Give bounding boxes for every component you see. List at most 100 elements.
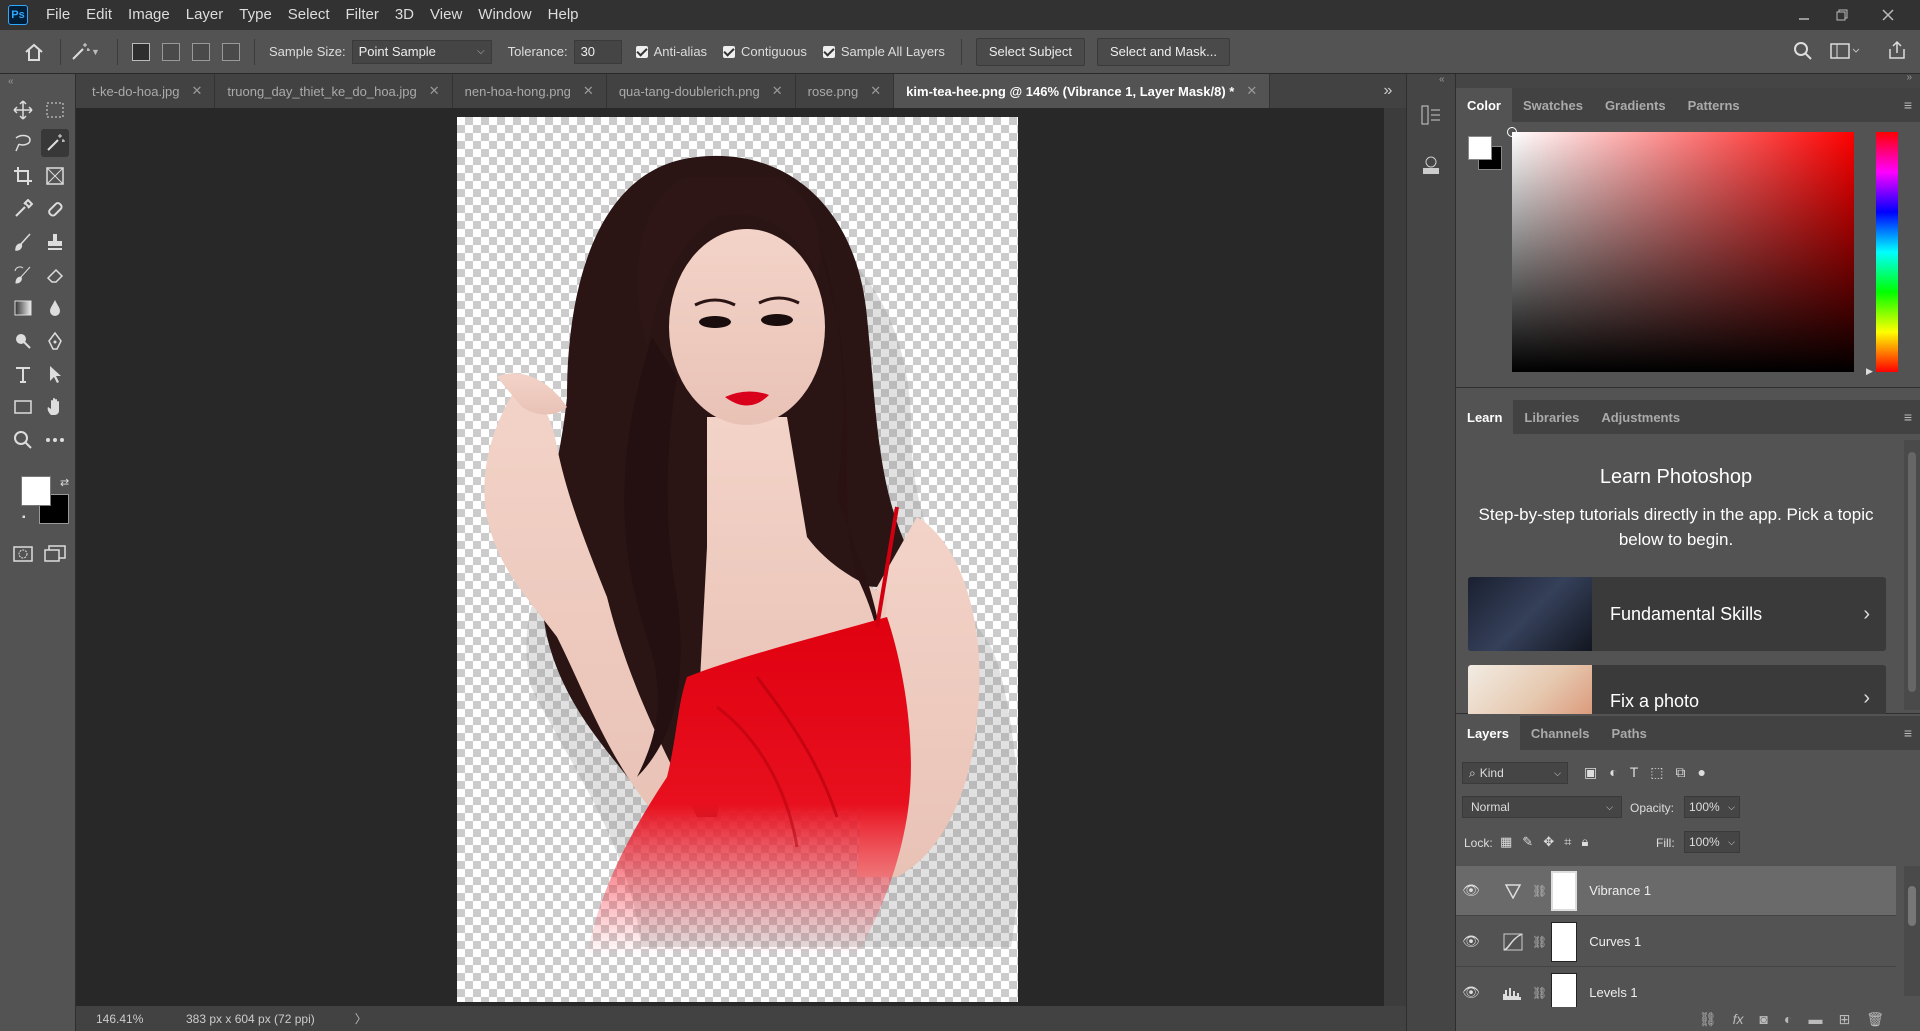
- tab-layers[interactable]: Layers: [1456, 716, 1520, 750]
- menu-filter[interactable]: Filter: [338, 0, 387, 30]
- layer-mask-thumbnail[interactable]: [1551, 870, 1578, 911]
- hue-slider-handle[interactable]: ▶: [1866, 366, 1873, 377]
- restore-icon[interactable]: [1822, 0, 1862, 30]
- menu-3d[interactable]: 3D: [387, 0, 422, 30]
- menu-select[interactable]: Select: [280, 0, 338, 30]
- layer-row[interactable]: 👁︎ ⛓︎ Vibrance 1: [1456, 866, 1896, 916]
- new-selection-icon[interactable]: [132, 42, 150, 61]
- tab-paths[interactable]: Paths: [1600, 716, 1657, 750]
- pen-tool-icon[interactable]: [41, 327, 69, 355]
- color-picker-handle[interactable]: [1507, 127, 1517, 137]
- panel-menu-icon[interactable]: ≡: [1904, 725, 1912, 741]
- tab-swatches[interactable]: Swatches: [1512, 88, 1594, 122]
- layer-filter-dropdown[interactable]: ⌕ Kind ⌵: [1462, 762, 1568, 784]
- contiguous-checkbox[interactable]: Contiguous: [723, 44, 807, 59]
- search-icon[interactable]: [1792, 40, 1814, 65]
- share-icon[interactable]: [1886, 39, 1908, 64]
- zoom-level[interactable]: 146.41%: [96, 1012, 186, 1026]
- blend-mode-dropdown[interactable]: Normal ⌵: [1462, 796, 1622, 818]
- link-layers-icon[interactable]: ⛓︎: [1699, 1011, 1717, 1028]
- learn-card[interactable]: Fix a photo ›: [1468, 665, 1886, 714]
- gradient-tool-icon[interactable]: [9, 294, 37, 322]
- close-icon[interactable]: [1868, 0, 1908, 30]
- panel-menu-icon[interactable]: ≡: [1904, 409, 1912, 425]
- healing-brush-tool-icon[interactable]: [41, 195, 69, 223]
- delete-layer-icon[interactable]: 🗑︎: [1866, 1011, 1884, 1028]
- frame-tool-icon[interactable]: [41, 162, 69, 190]
- close-tab-icon[interactable]: ✕: [583, 83, 594, 99]
- tab-patterns[interactable]: Patterns: [1677, 88, 1751, 122]
- intersect-selection-icon[interactable]: [222, 42, 240, 61]
- learn-scrollbar[interactable]: [1904, 440, 1920, 710]
- pixel-filter-icon[interactable]: ▣: [1584, 764, 1597, 781]
- menu-edit[interactable]: Edit: [78, 0, 120, 30]
- menu-window[interactable]: Window: [470, 0, 539, 30]
- properties-panel-icon[interactable]: [1420, 154, 1442, 179]
- tab-channels[interactable]: Channels: [1520, 716, 1601, 750]
- brush-tool-icon[interactable]: [9, 228, 37, 256]
- lasso-tool-icon[interactable]: [9, 129, 37, 157]
- layers-scrollbar[interactable]: [1904, 866, 1920, 996]
- select-subject-button[interactable]: Select Subject: [975, 37, 1085, 66]
- rectangle-tool-icon[interactable]: [9, 393, 37, 421]
- close-tab-icon[interactable]: ✕: [429, 83, 440, 99]
- layer-row[interactable]: 👁︎ ⛓︎ Curves 1: [1456, 917, 1896, 967]
- collapse-dock-icon[interactable]: «: [1439, 74, 1445, 85]
- sample-all-layers-checkbox[interactable]: Sample All Layers: [822, 44, 945, 59]
- foreground-color-swatch[interactable]: [21, 476, 51, 506]
- workspace-icon[interactable]: [1830, 42, 1860, 63]
- more-tools-icon[interactable]: [41, 426, 69, 454]
- lock-all-icon[interactable]: 🔒︎: [1581, 834, 1588, 850]
- eraser-tool-icon[interactable]: [41, 261, 69, 289]
- layer-mask-thumbnail[interactable]: [1551, 921, 1578, 962]
- close-tab-icon[interactable]: ✕: [870, 83, 881, 99]
- tab-color[interactable]: Color: [1456, 88, 1512, 122]
- visibility-eye-icon[interactable]: 👁︎: [1456, 984, 1486, 1001]
- fx-icon[interactable]: fx: [1733, 1011, 1744, 1027]
- menu-layer[interactable]: Layer: [178, 0, 232, 30]
- move-tool-icon[interactable]: [9, 96, 37, 124]
- more-tabs-icon[interactable]: »: [1370, 74, 1406, 108]
- tab-document[interactable]: qua-tang-doublerich.png ✕: [606, 74, 796, 108]
- lock-artboard-icon[interactable]: ⌗: [1564, 834, 1571, 850]
- close-tab-icon[interactable]: ✕: [772, 83, 783, 99]
- adjustment-filter-icon[interactable]: ◐: [1609, 764, 1617, 781]
- lock-transparency-icon[interactable]: ▦: [1500, 834, 1512, 850]
- tab-document[interactable]: nen-hoa-hong.png ✕: [452, 74, 607, 108]
- subtract-selection-icon[interactable]: [192, 42, 210, 61]
- menu-view[interactable]: View: [422, 0, 470, 30]
- select-and-mask-button[interactable]: Select and Mask...: [1097, 37, 1230, 66]
- hue-slider[interactable]: [1876, 132, 1898, 372]
- screen-mode-icon[interactable]: [41, 540, 69, 568]
- chevron-right-icon[interactable]: 〉: [355, 1010, 367, 1027]
- collapse-panels-icon[interactable]: »: [1906, 72, 1912, 83]
- tolerance-input[interactable]: 30: [573, 39, 622, 64]
- collapse-toolbox-icon[interactable]: «: [8, 76, 14, 87]
- visibility-eye-icon[interactable]: 👁︎: [1456, 882, 1486, 899]
- learn-card[interactable]: Fundamental Skills ›: [1468, 577, 1886, 651]
- smart-object-filter-icon[interactable]: ⧉: [1676, 764, 1686, 781]
- hand-tool-icon[interactable]: [41, 393, 69, 421]
- tab-document[interactable]: t-ke-do-hoa.jpg ✕: [76, 74, 216, 108]
- document-canvas[interactable]: [457, 117, 1018, 1002]
- filter-toggle-icon[interactable]: ●: [1698, 764, 1706, 781]
- panel-menu-icon[interactable]: ≡: [1904, 97, 1912, 113]
- magic-wand-preset-icon[interactable]: ▼: [69, 41, 109, 63]
- color-saturation-field[interactable]: [1507, 127, 1854, 372]
- new-adjustment-icon[interactable]: ◐: [1784, 1011, 1792, 1027]
- tab-document[interactable]: truong_day_thiet_ke_do_hoa.jpg ✕: [215, 74, 453, 108]
- link-mask-icon[interactable]: ⛓︎: [1532, 884, 1547, 898]
- dodge-tool-icon[interactable]: [9, 327, 37, 355]
- link-mask-icon[interactable]: ⛓︎: [1532, 935, 1547, 949]
- magic-wand-tool-icon[interactable]: [41, 129, 69, 157]
- type-filter-icon[interactable]: T: [1630, 764, 1639, 781]
- menu-type[interactable]: Type: [231, 0, 280, 30]
- crop-tool-icon[interactable]: [9, 162, 37, 190]
- sample-size-dropdown[interactable]: Point Sample ⌵: [351, 39, 492, 64]
- tab-gradients[interactable]: Gradients: [1594, 88, 1677, 122]
- default-colors-icon[interactable]: ▪: [22, 512, 26, 523]
- close-tab-icon[interactable]: ✕: [191, 83, 202, 99]
- eyedropper-tool-icon[interactable]: [9, 195, 37, 223]
- zoom-tool-icon[interactable]: [9, 426, 37, 454]
- path-selection-tool-icon[interactable]: [41, 360, 69, 388]
